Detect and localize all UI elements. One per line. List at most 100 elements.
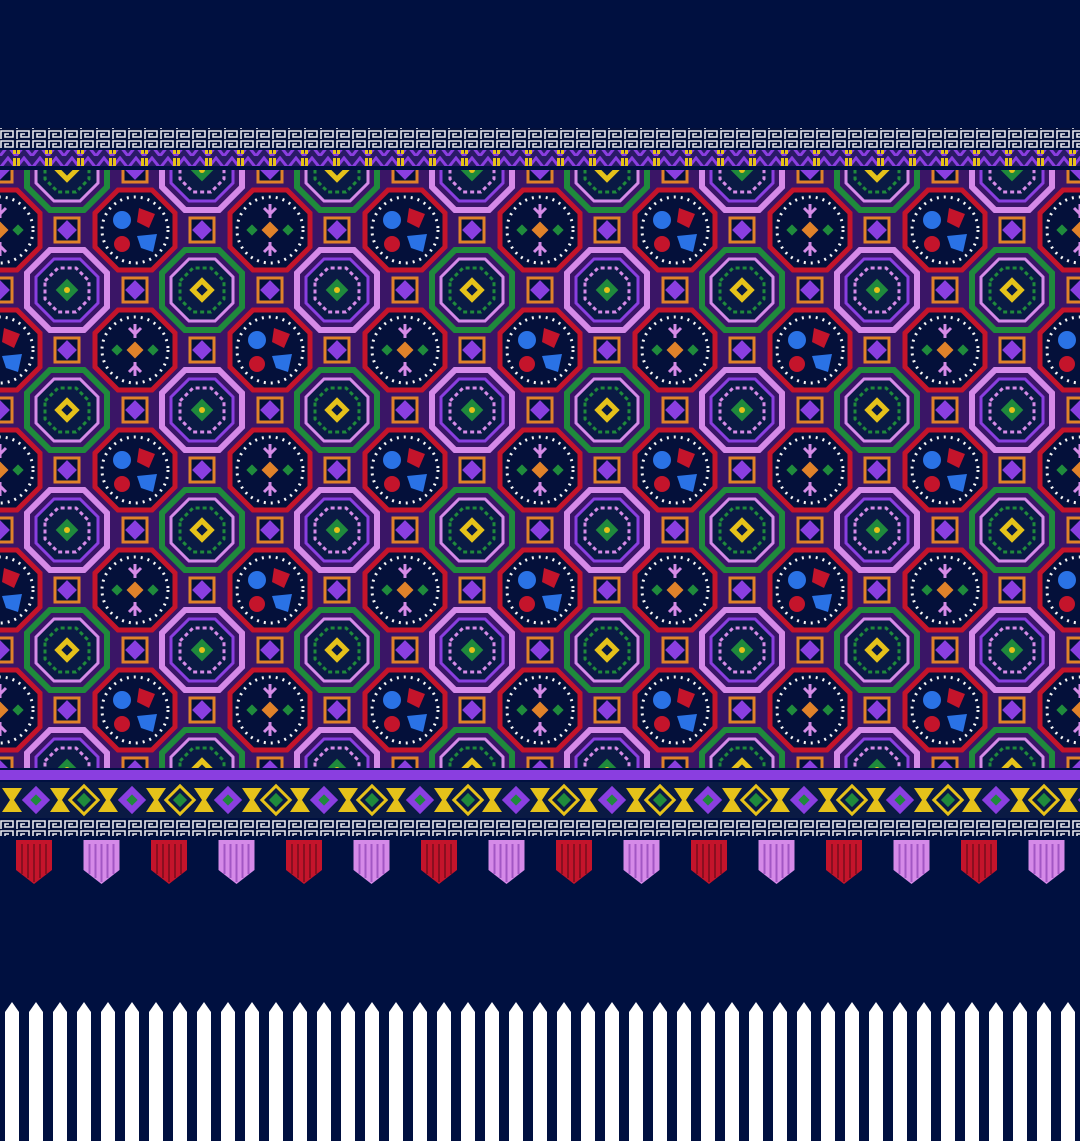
fringe-strand (509, 1002, 523, 1141)
flower-medallion (230, 670, 310, 750)
flower-medallion (365, 190, 445, 270)
fringe-strand (653, 1002, 667, 1141)
flower-medallion (635, 550, 715, 630)
lattice-connector (998, 216, 1026, 244)
fringe-strand (1061, 1002, 1075, 1141)
lattice-connector (188, 336, 216, 364)
lattice-connector (323, 576, 351, 604)
fringe-strand (365, 1002, 379, 1141)
lattice-connector (728, 216, 756, 244)
fringe-strand (605, 1002, 619, 1141)
flower-medallion (230, 430, 310, 510)
octagon-medallion (972, 490, 1052, 570)
top-greek-key-border (0, 128, 1080, 148)
fringe-strand (293, 1002, 307, 1141)
lattice-connector (1066, 276, 1080, 304)
flower-medallion (500, 430, 580, 510)
lattice-connector (661, 276, 689, 304)
fringe-strand (629, 1002, 643, 1141)
fringe-strand (317, 1002, 331, 1141)
fringe-strand (581, 1002, 595, 1141)
flower-medallion (635, 430, 715, 510)
textile-pattern (0, 0, 1080, 1141)
fringe-strand (701, 1002, 715, 1141)
fringe-strand (101, 1002, 115, 1141)
lattice-connector (1066, 396, 1080, 424)
fringe-strand (677, 1002, 691, 1141)
lattice-connector (931, 276, 959, 304)
octagon-medallion (162, 370, 242, 450)
fringe-strand (893, 1002, 907, 1141)
lattice-connector (323, 456, 351, 484)
flower-medallion (500, 310, 580, 390)
octagon-medallion (837, 610, 917, 690)
fringe-strand (845, 1002, 859, 1141)
fringe-strand (221, 1002, 235, 1141)
octagon-medallion (27, 370, 107, 450)
flower-medallion (635, 670, 715, 750)
flower-medallion (905, 310, 985, 390)
fringe-strand (5, 1002, 19, 1141)
fringe-strand (797, 1002, 811, 1141)
octagon-medallion (567, 490, 647, 570)
lattice-connector (53, 696, 81, 724)
fringe-strand (941, 1002, 955, 1141)
fringe-strand (461, 1002, 475, 1141)
lattice-connector (1066, 636, 1080, 664)
lattice-connector (863, 336, 891, 364)
octagon-medallion (162, 490, 242, 570)
flower-medallion (905, 430, 985, 510)
textile-canvas (0, 0, 1080, 1141)
flower-medallion (230, 190, 310, 270)
flower-medallion (230, 310, 310, 390)
lattice-connector (728, 456, 756, 484)
lattice-connector (458, 336, 486, 364)
fringe-strand (989, 1002, 1003, 1141)
lattice-connector (0, 636, 14, 664)
lattice-connector (661, 636, 689, 664)
flower-medallion (635, 310, 715, 390)
lattice-connector (53, 456, 81, 484)
lattice-connector (998, 576, 1026, 604)
lattice-connector (593, 576, 621, 604)
octagon-lattice-panel (0, 170, 1080, 768)
flower-medallion (905, 550, 985, 630)
lattice-connector (121, 276, 149, 304)
lattice-connector (998, 456, 1026, 484)
fringe-strand (965, 1002, 979, 1141)
lattice-connector (256, 276, 284, 304)
flower-medallion (95, 310, 175, 390)
flower-medallion (95, 430, 175, 510)
fringe-strand (725, 1002, 739, 1141)
lattice-connector (121, 636, 149, 664)
flower-medallion (500, 550, 580, 630)
lattice-connector (593, 216, 621, 244)
flower-medallion (905, 190, 985, 270)
octagon-medallion (297, 370, 377, 450)
lattice-connector (53, 216, 81, 244)
fringe-strand (749, 1002, 763, 1141)
lower-border-stripe (0, 770, 1080, 780)
flower-medallion (365, 430, 445, 510)
lattice-connector (593, 456, 621, 484)
flower-medallion (365, 670, 445, 750)
lattice-connector (0, 276, 14, 304)
fringe-strand (341, 1002, 355, 1141)
lattice-connector (863, 456, 891, 484)
lattice-connector (998, 696, 1026, 724)
lattice-connector (728, 336, 756, 364)
octagon-medallion (972, 610, 1052, 690)
lattice-connector (188, 576, 216, 604)
fringe-strand (29, 1002, 43, 1141)
flower-medallion (95, 550, 175, 630)
fringe-strand (917, 1002, 931, 1141)
flower-medallion (770, 550, 850, 630)
fringe-strand (773, 1002, 787, 1141)
lattice-connector (188, 456, 216, 484)
lattice-connector (796, 516, 824, 544)
fringe-strand (533, 1002, 547, 1141)
lattice-connector (391, 396, 419, 424)
lattice-connector (458, 576, 486, 604)
lattice-connector (391, 636, 419, 664)
octagon-medallion (702, 490, 782, 570)
